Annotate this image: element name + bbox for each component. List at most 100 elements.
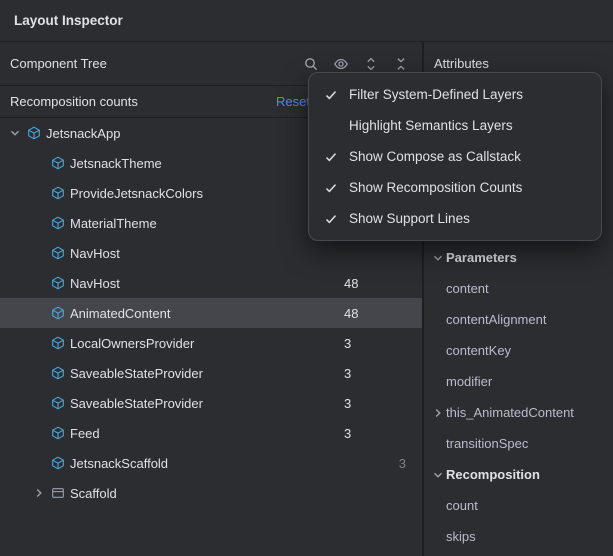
attr-item[interactable]: content bbox=[424, 273, 613, 304]
expander-spacer bbox=[30, 214, 48, 232]
compose-node-icon bbox=[48, 184, 68, 202]
attr-item[interactable]: contentAlignment bbox=[424, 304, 613, 335]
tree-node-label: JetsnackTheme bbox=[70, 156, 332, 171]
tree-row[interactable]: SaveableStateProvider3 bbox=[0, 358, 422, 388]
checkmark-icon bbox=[319, 179, 343, 197]
tree-row[interactable]: NavHost bbox=[0, 238, 422, 268]
expander-spacer bbox=[30, 304, 48, 322]
compose-node-icon bbox=[48, 304, 68, 322]
attr-item[interactable]: contentKey bbox=[424, 335, 613, 366]
tree-row[interactable]: LocalOwnersProvider3 bbox=[0, 328, 422, 358]
attr-chevron-spacer bbox=[430, 498, 446, 514]
attr-item[interactable]: transitionSpec bbox=[424, 428, 613, 459]
attr-item[interactable]: skips bbox=[424, 521, 613, 552]
compose-node-icon bbox=[48, 334, 68, 352]
attr-item[interactable]: modifier bbox=[424, 366, 613, 397]
tree-node-label: Scaffold bbox=[70, 486, 332, 501]
chevron-down-icon bbox=[430, 250, 446, 266]
tree-node-label: LocalOwnersProvider bbox=[70, 336, 332, 351]
recomposition-count: 48 bbox=[332, 276, 422, 291]
menu-item[interactable]: Show Compose as Callstack bbox=[309, 141, 601, 172]
menu-item-label: Filter System-Defined Layers bbox=[349, 87, 523, 102]
expander-spacer bbox=[30, 274, 48, 292]
tree-row[interactable]: JetsnackScaffold3 bbox=[0, 448, 422, 478]
expander-spacer bbox=[30, 184, 48, 202]
attr-item-label: contentKey bbox=[446, 343, 511, 358]
window-title: Layout Inspector bbox=[14, 13, 123, 28]
tree-node-label: SaveableStateProvider bbox=[70, 396, 332, 411]
attr-section-header[interactable]: Parameters bbox=[424, 242, 613, 273]
tree-row[interactable]: NavHost48 bbox=[0, 268, 422, 298]
checkmark-spacer bbox=[319, 117, 343, 135]
chevron-down-icon[interactable] bbox=[6, 124, 24, 142]
tree-node-label: ProvideJetsnackColors bbox=[70, 186, 332, 201]
attr-item-label: this_AnimatedContent bbox=[446, 405, 574, 420]
recomposition-count: 3 bbox=[332, 396, 422, 411]
tree-row[interactable]: AnimatedContent48 bbox=[0, 298, 422, 328]
compose-node-icon bbox=[48, 454, 68, 472]
attr-chevron-spacer bbox=[430, 436, 446, 452]
expander-spacer bbox=[30, 244, 48, 262]
menu-item[interactable]: Show Recomposition Counts bbox=[309, 172, 601, 203]
tree-node-label: SaveableStateProvider bbox=[70, 366, 332, 381]
view-options-menu: Filter System-Defined Layers Highlight Se… bbox=[308, 72, 602, 241]
compose-node-icon bbox=[48, 244, 68, 262]
expander-spacer bbox=[30, 454, 48, 472]
chevron-right-icon[interactable] bbox=[30, 484, 48, 502]
attr-section-label: Parameters bbox=[446, 250, 517, 265]
attr-section-label: Recomposition bbox=[446, 467, 540, 482]
tree-node-label: Feed bbox=[70, 426, 332, 441]
layout-inspector-header: Layout Inspector bbox=[0, 0, 613, 42]
tree-node-label: JetsnackApp bbox=[46, 126, 332, 141]
menu-item-label: Show Support Lines bbox=[349, 211, 470, 226]
tree-node-label: MaterialTheme bbox=[70, 216, 332, 231]
compose-node-icon bbox=[24, 124, 44, 142]
attr-chevron-spacer bbox=[430, 281, 446, 297]
attributes-title: Attributes bbox=[434, 56, 489, 71]
attr-item-label: modifier bbox=[446, 374, 492, 389]
tree-row[interactable]: Scaffold bbox=[0, 478, 422, 508]
compose-node-icon bbox=[48, 394, 68, 412]
recomposition-count: 3 bbox=[332, 336, 422, 351]
attr-item[interactable]: this_AnimatedContent bbox=[424, 397, 613, 428]
recomposition-count: 3 bbox=[332, 456, 422, 471]
tree-row[interactable]: SaveableStateProvider3 bbox=[0, 388, 422, 418]
attr-item-label: contentAlignment bbox=[446, 312, 546, 327]
chevron-right-icon[interactable] bbox=[430, 405, 446, 421]
view-node-icon bbox=[48, 484, 68, 502]
menu-item-label: Highlight Semantics Layers bbox=[349, 118, 513, 133]
attr-chevron-spacer bbox=[430, 529, 446, 545]
attr-item[interactable]: count bbox=[424, 490, 613, 521]
checkmark-icon bbox=[319, 86, 343, 104]
reset-counts-link[interactable]: Reset bbox=[276, 94, 310, 109]
recomposition-count: 3 bbox=[332, 366, 422, 381]
recomposition-count: 48 bbox=[332, 306, 422, 321]
recomposition-counts-label: Recomposition counts bbox=[10, 94, 276, 109]
checkmark-icon bbox=[319, 210, 343, 228]
attr-section-header[interactable]: Recomposition bbox=[424, 459, 613, 490]
compose-node-icon bbox=[48, 364, 68, 382]
attr-item-label: skips bbox=[446, 529, 476, 544]
expander-spacer bbox=[30, 394, 48, 412]
expander-spacer bbox=[30, 334, 48, 352]
expander-spacer bbox=[30, 154, 48, 172]
menu-item-label: Show Recomposition Counts bbox=[349, 180, 522, 195]
menu-item[interactable]: Highlight Semantics Layers bbox=[309, 110, 601, 141]
menu-item[interactable]: Filter System-Defined Layers bbox=[309, 79, 601, 110]
menu-item-label: Show Compose as Callstack bbox=[349, 149, 521, 164]
chevron-down-icon bbox=[430, 467, 446, 483]
compose-node-icon bbox=[48, 214, 68, 232]
attr-item-label: transitionSpec bbox=[446, 436, 528, 451]
tree-node-label: NavHost bbox=[70, 246, 332, 261]
tree-node-label: AnimatedContent bbox=[70, 306, 332, 321]
attr-item-label: content bbox=[446, 281, 489, 296]
attr-chevron-spacer bbox=[430, 374, 446, 390]
attr-chevron-spacer bbox=[430, 343, 446, 359]
tree-node-label: JetsnackScaffold bbox=[70, 456, 332, 471]
tree-row[interactable]: Feed3 bbox=[0, 418, 422, 448]
attr-chevron-spacer bbox=[430, 312, 446, 328]
checkmark-icon bbox=[319, 148, 343, 166]
tree-node-label: NavHost bbox=[70, 276, 332, 291]
menu-item[interactable]: Show Support Lines bbox=[309, 203, 601, 234]
expander-spacer bbox=[30, 364, 48, 382]
